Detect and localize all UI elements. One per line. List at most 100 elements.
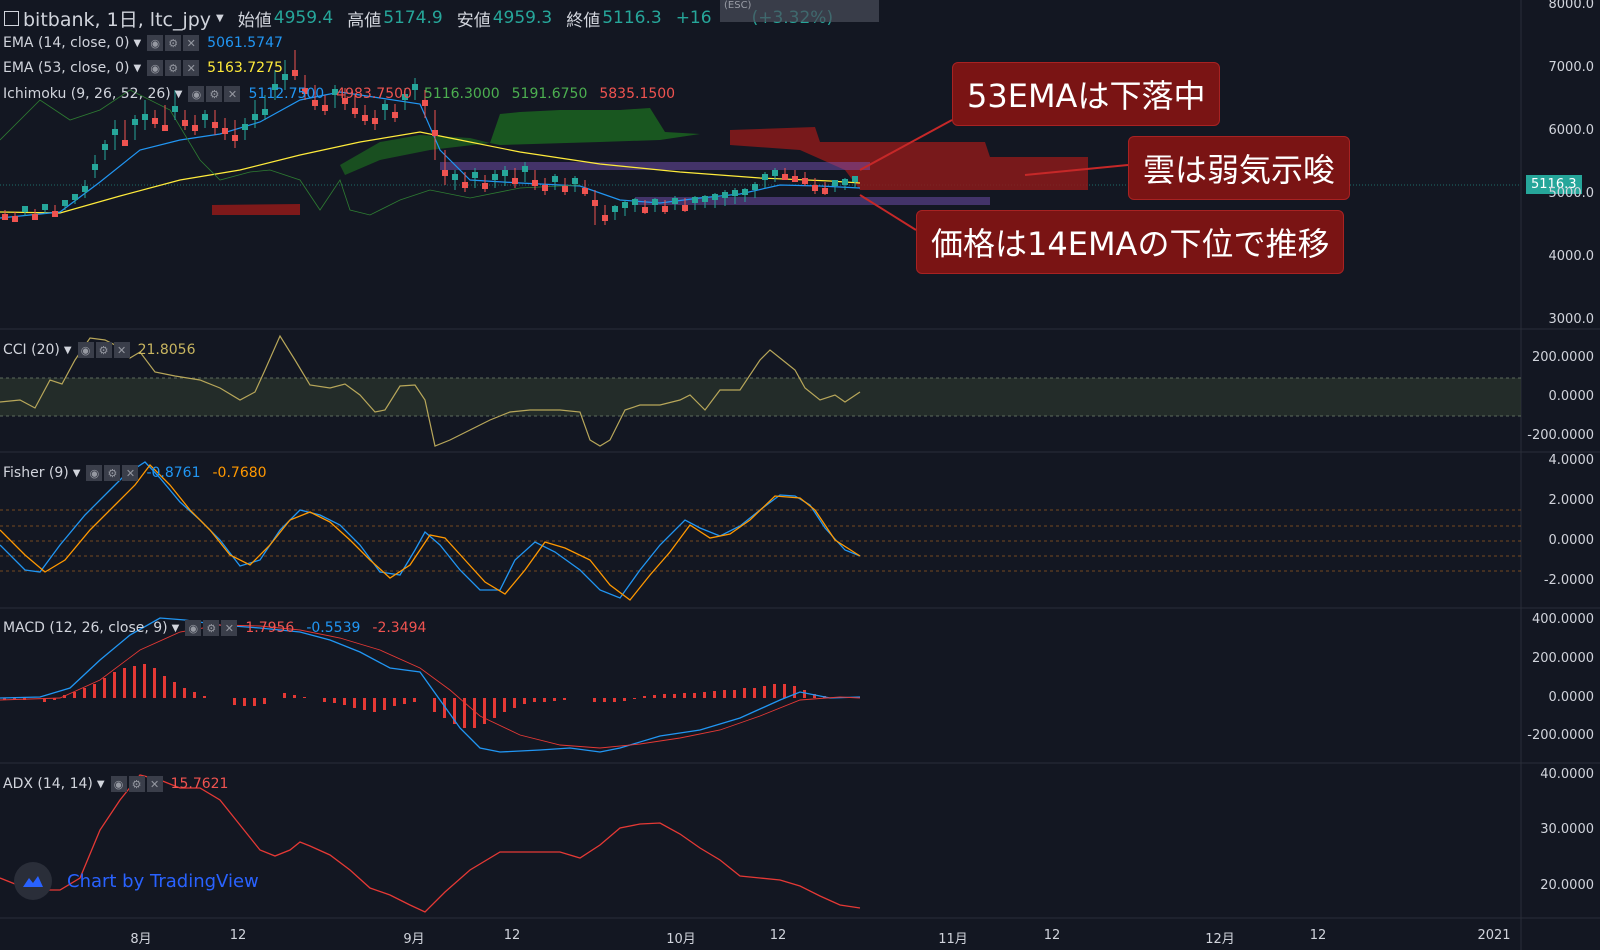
candle-body [832,180,838,186]
callout-ema53: 53EMAは下落中 [952,62,1221,126]
fisher-v1: -0.8761 [146,465,201,481]
close-icon[interactable]: ✕ [122,465,139,481]
chevron-down-icon[interactable]: ▼ [73,468,81,479]
legend-cci[interactable]: CCI (20) ▼ ◉ ⚙ ✕ 21.8056 [3,340,207,360]
gear-icon[interactable]: ⚙ [104,465,121,481]
legend-macd[interactable]: MACD (12, 26, close, 9) ▼ ◉ ⚙ ✕ 1.7956 -0.… [3,618,438,638]
chevron-down-icon[interactable]: ▼ [175,89,183,100]
macd-histogram-bar [263,698,266,704]
close-label: 終値 [566,10,601,31]
eye-icon[interactable]: ◉ [188,86,205,102]
open-value: 4959.4 [273,8,334,28]
close-icon[interactable]: ✕ [221,620,238,636]
y-tick-label: 0.0000 [1548,533,1595,548]
gear-icon[interactable]: ⚙ [165,60,182,76]
legend-adx[interactable]: ADX (14, 14) ▼ ◉ ⚙ ✕ 15.7621 [3,774,240,794]
candle-body [2,214,8,220]
close-icon[interactable]: ✕ [224,86,241,102]
candle-body [772,170,778,176]
macd-histogram-bar [283,693,286,698]
candle-body [372,118,378,124]
macd-histogram-bar [253,698,256,706]
symbol-title[interactable]: bitbank, 1日, ltc_jpy [23,5,211,32]
change-value: +16 [675,8,712,28]
candle-body [252,114,258,120]
macd-histogram-bar [133,666,136,698]
close-icon[interactable]: ✕ [183,60,200,76]
menu-icon[interactable] [4,10,19,26]
close-icon[interactable]: ✕ [113,342,130,358]
eye-icon[interactable]: ◉ [77,342,94,358]
eye-icon[interactable]: ◉ [147,35,164,51]
y-tick-label: 400.0000 [1531,612,1594,627]
eye-icon[interactable]: ◉ [185,620,202,636]
candle-body [852,176,858,182]
close-icon[interactable]: ✕ [183,35,200,51]
candle-body [602,215,608,221]
macd-histogram-bar [193,692,196,698]
candle-body [792,176,798,182]
ichimoku-cloud-bearish [212,204,300,215]
macd-histogram-bar [553,698,556,701]
candle-body [702,196,708,202]
candle-body [382,104,388,110]
callout-ema53-text: 53EMAは下落中 [967,77,1206,115]
candle-body [762,174,768,180]
tradingview-logo-icon[interactable] [14,862,52,900]
branding-text[interactable]: Chart by TradingView [67,871,259,892]
macd-line [0,617,861,753]
x-tick-label: 12 [769,928,787,943]
macd-histogram-bar [713,691,716,698]
macd-histogram-bar [563,698,566,700]
eye-icon[interactable]: ◉ [147,60,164,76]
chevron-down-icon[interactable]: ▼ [64,345,72,356]
candle-body [842,179,848,185]
legend-ema14[interactable]: EMA (14, close, 0) ▼ ◉ ⚙ ✕ 5061.5747 [3,33,295,53]
chevron-down-icon[interactable]: ▼ [216,13,224,24]
macd-histogram-bar [783,684,786,698]
gear-icon[interactable]: ⚙ [128,776,145,792]
x-tick-label: 12 [229,928,247,943]
candle-body [522,166,528,172]
macd-histogram-bar [513,698,516,708]
gear-icon[interactable]: ⚙ [165,35,182,51]
fisher-v2: -0.7680 [212,465,267,481]
macd-histogram-bar [163,676,166,698]
candle-body [102,144,108,150]
gear-icon[interactable]: ⚙ [95,342,112,358]
chevron-down-icon[interactable]: ▼ [133,38,141,49]
chevron-down-icon[interactable]: ▼ [172,623,180,634]
macd-histogram-bar [753,688,756,698]
candle-body [92,164,98,170]
gear-icon[interactable]: ⚙ [203,620,220,636]
legend-ichimoku[interactable]: Ichimoku (9, 26, 52, 26) ▼ ◉ ⚙ ✕ 5112.7500… [3,84,687,104]
ichimoku-v2: 4983.7500 [336,86,412,102]
y-tick-label: -200.0000 [1527,428,1594,443]
macd-histogram-bar [393,698,396,706]
ema14-label: EMA (14, close, 0) [3,35,130,51]
candle-body [592,200,598,206]
candle-body [532,180,538,186]
candle-body [162,125,168,131]
chevron-down-icon[interactable]: ▼ [133,63,141,74]
legend-ema53[interactable]: EMA (53, close, 0) ▼ ◉ ⚙ ✕ 5163.7275 [3,58,295,78]
macd-histogram-bar [183,688,186,698]
eye-icon[interactable]: ◉ [86,465,103,481]
ohlc-header: bitbank, 1日, ltc_jpy ▼ 始値 4959.4 高値 5174… [0,5,833,31]
macd-histogram-bar [483,698,486,724]
macd-histogram-bar [503,698,506,712]
y-tick-label: 4000.0 [1548,249,1595,264]
close-icon[interactable]: ✕ [146,776,163,792]
candle-body [662,206,668,212]
x-tick-label: 11月 [938,932,968,947]
chevron-down-icon[interactable]: ▼ [97,779,105,790]
candle-body [42,204,48,210]
high-label: 高値 [347,10,382,31]
eye-icon[interactable]: ◉ [110,776,127,792]
legend-fisher[interactable]: Fisher (9) ▼ ◉ ⚙ ✕ -0.8761 -0.7680 [3,463,279,483]
candle-body [452,174,458,180]
gear-icon[interactable]: ⚙ [206,86,223,102]
macd-histogram-bar [653,695,656,698]
candle-body [32,214,38,220]
macd-histogram-bar [733,690,736,698]
